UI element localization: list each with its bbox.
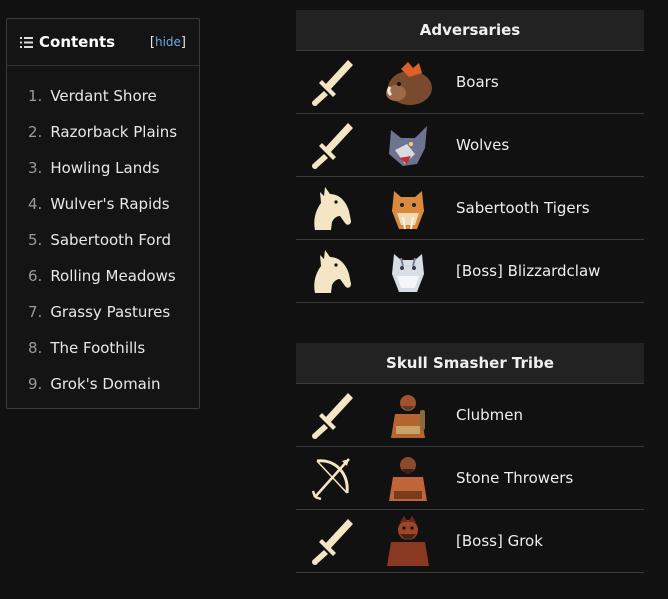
- page: Contents [hide] 1. Verdant Shore 2. Razorb…: [0, 0, 668, 599]
- wolf-portrait[interactable]: [381, 118, 435, 172]
- portrait-cell: [368, 244, 448, 298]
- toc-toggle-close-bracket: ]: [180, 34, 186, 50]
- toc-item-number: 5.: [28, 231, 43, 249]
- unit-type-cell: [296, 390, 368, 440]
- toc-item-label[interactable]: Wulver's Rapids: [50, 195, 169, 213]
- toc-item[interactable]: 3. Howling Lands: [7, 150, 199, 186]
- unit-name[interactable]: Stone Throwers: [448, 469, 644, 487]
- toc-item-number: 7.: [28, 303, 43, 321]
- toc-item-number: 3.: [28, 159, 43, 177]
- unit-name[interactable]: [Boss] Grok: [448, 532, 644, 550]
- toc-item-label[interactable]: Verdant Shore: [50, 87, 156, 105]
- toc-item[interactable]: 4. Wulver's Rapids: [7, 186, 199, 222]
- portrait-cell: [368, 388, 448, 442]
- unit-type-cell: [296, 183, 368, 233]
- sword-icon: [309, 120, 355, 170]
- tribe-header: Skull Smasher Tribe: [296, 343, 644, 384]
- toc-item-number: 8.: [28, 339, 43, 357]
- sword-icon: [309, 57, 355, 107]
- toc-hide-link[interactable]: hide: [155, 35, 181, 49]
- toc-item[interactable]: 5. Sabertooth Ford: [7, 222, 199, 258]
- toc-item-label[interactable]: Grok's Domain: [50, 375, 160, 393]
- toc-item[interactable]: 9. Grok's Domain: [7, 366, 199, 402]
- toc-item[interactable]: 1. Verdant Shore: [7, 78, 199, 114]
- sword-icon: [309, 390, 355, 440]
- bow-icon: [309, 453, 355, 503]
- unit-name[interactable]: Wolves: [448, 136, 644, 154]
- toc-item-number: 1.: [28, 87, 43, 105]
- toc-item-number: 2.: [28, 123, 43, 141]
- toc-hide-toggle[interactable]: [hide]: [150, 35, 186, 50]
- toc-item-label[interactable]: Grassy Pastures: [50, 303, 170, 321]
- unit-name[interactable]: Clubmen: [448, 406, 644, 424]
- grok-portrait[interactable]: [381, 514, 435, 568]
- sabertooth-tiger-portrait[interactable]: [381, 181, 435, 235]
- table-row: [Boss] Blizzardclaw: [296, 240, 644, 303]
- unit-type-cell: [296, 57, 368, 107]
- portrait-cell: [368, 55, 448, 109]
- stone-thrower-portrait[interactable]: [381, 451, 435, 505]
- toc-item-label[interactable]: Howling Lands: [50, 159, 159, 177]
- toc-item[interactable]: 7. Grassy Pastures: [7, 294, 199, 330]
- adversaries-table: Adversaries Boars Wolves Sabertooth Tige…: [296, 10, 644, 303]
- unit-type-cell: [296, 516, 368, 566]
- unit-name[interactable]: [Boss] Blizzardclaw: [448, 262, 644, 280]
- toc-item-number: 9.: [28, 375, 43, 393]
- table-of-contents: Contents [hide] 1. Verdant Shore 2. Razorb…: [6, 18, 200, 409]
- white-tiger-portrait[interactable]: [381, 244, 435, 298]
- portrait-cell: [368, 181, 448, 235]
- toc-item-number: 6.: [28, 267, 43, 285]
- portrait-cell: [368, 118, 448, 172]
- toc-header: Contents [hide]: [7, 19, 199, 66]
- sword-icon: [309, 516, 355, 566]
- clubman-portrait[interactable]: [381, 388, 435, 442]
- table-row: Stone Throwers: [296, 447, 644, 510]
- toc-item-label[interactable]: Sabertooth Ford: [50, 231, 171, 249]
- unit-type-cell: [296, 246, 368, 296]
- unit-type-cell: [296, 453, 368, 503]
- unit-name[interactable]: Sabertooth Tigers: [448, 199, 644, 217]
- table-row: Boars: [296, 51, 644, 114]
- boar-portrait[interactable]: [381, 55, 435, 109]
- toc-item-label[interactable]: Razorback Plains: [50, 123, 177, 141]
- toc-item[interactable]: 8. The Foothills: [7, 330, 199, 366]
- table-row: Wolves: [296, 114, 644, 177]
- unit-type-cell: [296, 120, 368, 170]
- toc-title-text: Contents: [39, 33, 116, 51]
- portrait-cell: [368, 514, 448, 568]
- toc-item-label[interactable]: Rolling Meadows: [50, 267, 175, 285]
- adversaries-header: Adversaries: [296, 10, 644, 51]
- toc-title: Contents: [20, 33, 115, 51]
- toc-item[interactable]: 6. Rolling Meadows: [7, 258, 199, 294]
- unit-name[interactable]: Boars: [448, 73, 644, 91]
- skull-smasher-tribe-table: Skull Smasher Tribe Clubmen Stone Throwe…: [296, 343, 644, 573]
- list-icon: [20, 36, 33, 48]
- toc-list: 1. Verdant Shore 2. Razorback Plains 3. How…: [7, 66, 199, 402]
- toc-item-number: 4.: [28, 195, 43, 213]
- portrait-cell: [368, 451, 448, 505]
- table-row: Clubmen: [296, 384, 644, 447]
- table-row: [Boss] Grok: [296, 510, 644, 573]
- toc-item[interactable]: 2. Razorback Plains: [7, 114, 199, 150]
- table-row: Sabertooth Tigers: [296, 177, 644, 240]
- horse-icon: [309, 246, 355, 296]
- horse-icon: [309, 183, 355, 233]
- toc-item-label[interactable]: The Foothills: [50, 339, 145, 357]
